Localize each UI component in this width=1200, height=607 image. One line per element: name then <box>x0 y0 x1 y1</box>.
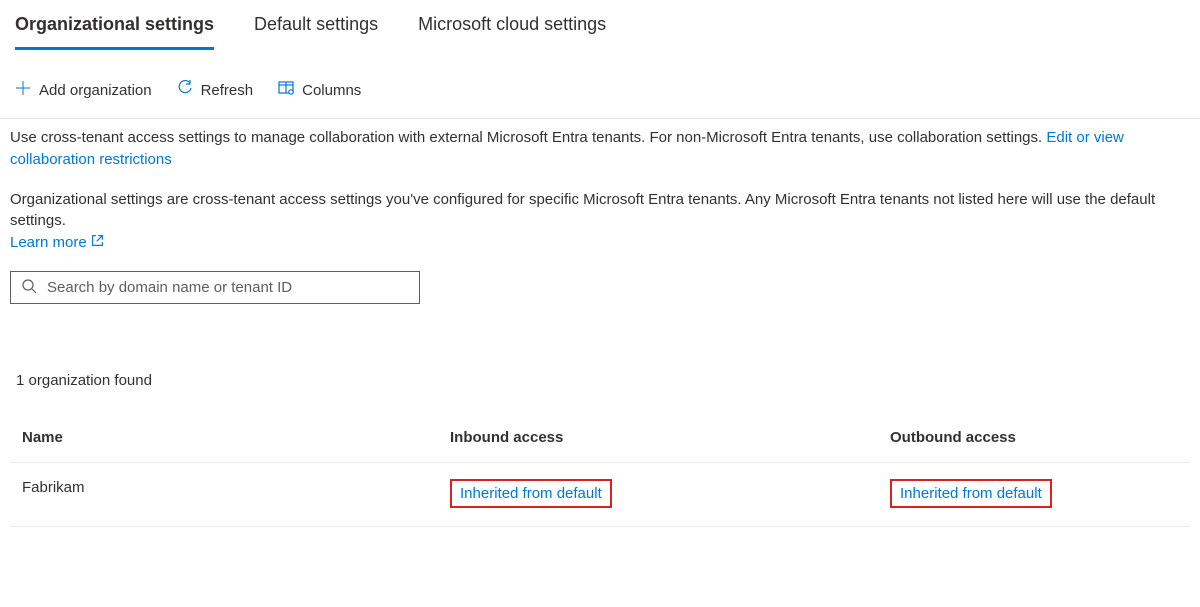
toolbar: Add organization Refresh Columns <box>0 50 1200 119</box>
tab-microsoft-cloud-settings[interactable]: Microsoft cloud settings <box>418 8 606 50</box>
organizations-table: Name Inbound access Outbound access Fabr… <box>10 419 1190 527</box>
row-outbound: Inherited from default <box>890 463 1190 526</box>
tab-organizational-settings[interactable]: Organizational settings <box>15 8 214 50</box>
learn-more-label: Learn more <box>10 234 87 251</box>
tab-default-settings[interactable]: Default settings <box>254 8 378 50</box>
row-name: Fabrikam <box>10 463 450 526</box>
search-icon <box>21 278 37 297</box>
external-link-icon <box>91 234 104 251</box>
table-row: Fabrikam Inherited from default Inherite… <box>10 463 1190 527</box>
description-1: Use cross-tenant access settings to mana… <box>10 127 1190 171</box>
tabs: Organizational settings Default settings… <box>0 0 1200 50</box>
refresh-button[interactable]: Refresh <box>177 80 254 100</box>
search-input[interactable] <box>47 279 409 296</box>
header-outbound[interactable]: Outbound access <box>890 419 1190 462</box>
description-2: Organizational settings are cross-tenant… <box>10 189 1190 233</box>
plus-icon <box>15 80 31 100</box>
refresh-label: Refresh <box>201 82 254 99</box>
header-name[interactable]: Name <box>10 419 450 462</box>
columns-button[interactable]: Columns <box>278 80 361 100</box>
outbound-access-link[interactable]: Inherited from default <box>890 479 1052 508</box>
header-inbound[interactable]: Inbound access <box>450 419 890 462</box>
description-1-text: Use cross-tenant access settings to mana… <box>10 129 1046 146</box>
table-header: Name Inbound access Outbound access <box>10 419 1190 463</box>
columns-icon <box>278 80 294 100</box>
columns-label: Columns <box>302 82 361 99</box>
add-organization-button[interactable]: Add organization <box>15 80 152 100</box>
content: Use cross-tenant access settings to mana… <box>0 119 1200 527</box>
result-count: 1 organization found <box>10 372 1190 389</box>
row-inbound: Inherited from default <box>450 463 890 526</box>
refresh-icon <box>177 80 193 100</box>
search-box[interactable] <box>10 271 420 304</box>
add-organization-label: Add organization <box>39 82 152 99</box>
inbound-access-link[interactable]: Inherited from default <box>450 479 612 508</box>
learn-more-link[interactable]: Learn more <box>10 234 104 251</box>
